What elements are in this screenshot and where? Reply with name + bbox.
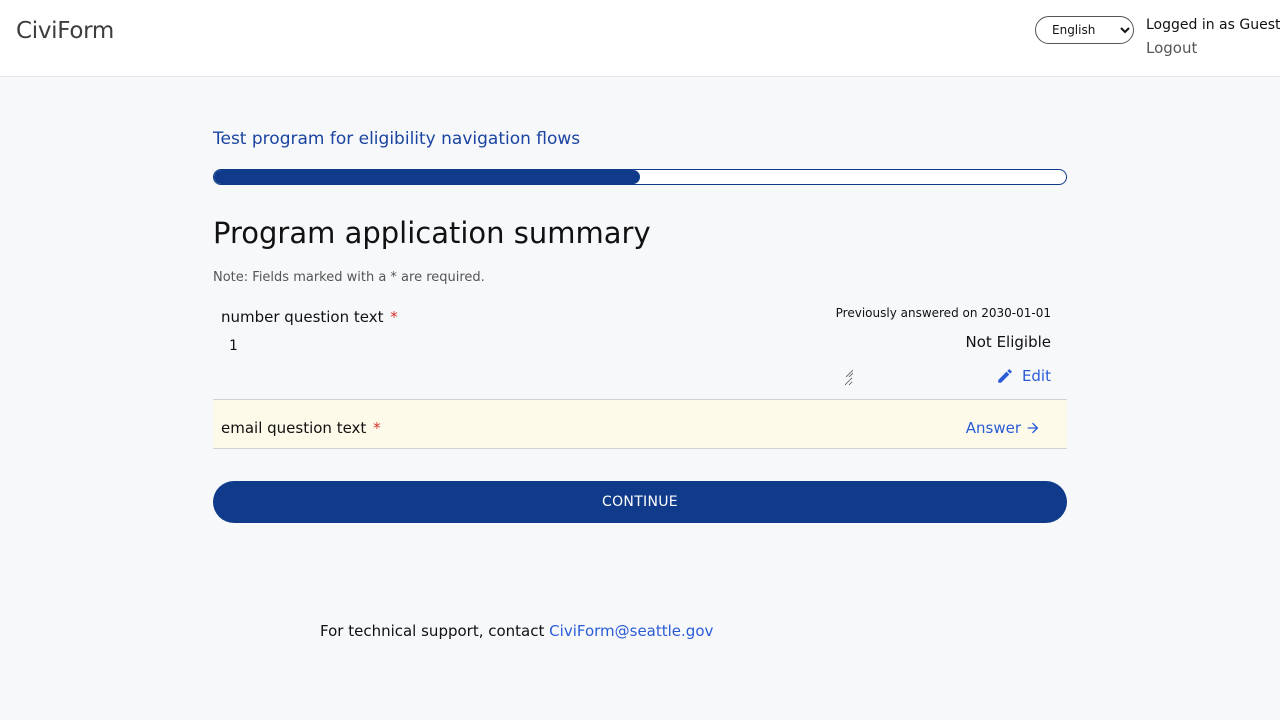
progress-bar bbox=[213, 169, 1067, 185]
edit-label: Edit bbox=[1021, 367, 1051, 385]
answer-label: Answer bbox=[965, 419, 1021, 437]
top-header: CiviForm English Logged in as Guest Logo… bbox=[0, 0, 1280, 77]
arrow-right-icon bbox=[1027, 422, 1039, 434]
support-email-link[interactable]: CiviForm@seattle.gov bbox=[549, 622, 713, 640]
question-label: number question text bbox=[221, 308, 384, 326]
question-text: email question text * bbox=[221, 419, 381, 437]
page-title: Program application summary bbox=[213, 216, 651, 250]
logged-in-label: Logged in as Guest bbox=[1146, 17, 1280, 33]
answer-textarea[interactable]: 1 bbox=[221, 334, 853, 386]
answer-question-link[interactable]: Answer bbox=[966, 419, 1041, 437]
progress-bar-fill bbox=[214, 170, 640, 184]
edit-answer-link[interactable]: Edit bbox=[996, 367, 1051, 385]
required-marker: * bbox=[390, 308, 398, 326]
support-footer: For technical support, contact CiviForm@… bbox=[320, 622, 713, 640]
logout-link[interactable]: Logout bbox=[1146, 39, 1197, 57]
required-marker: * bbox=[373, 419, 381, 437]
question-label: email question text bbox=[221, 419, 367, 437]
language-select[interactable]: English bbox=[1035, 16, 1134, 44]
program-name: Test program for eligibility navigation … bbox=[213, 129, 581, 149]
pencil-icon bbox=[998, 369, 1012, 383]
support-text: For technical support, contact bbox=[320, 622, 545, 640]
required-fields-note: Note: Fields marked with a * are require… bbox=[213, 270, 485, 285]
question-row-number: number question text * 1 Previously answ… bbox=[213, 300, 1067, 400]
brand-logo-text[interactable]: CiviForm bbox=[16, 18, 114, 44]
question-row-email: email question text * Answer bbox=[213, 400, 1067, 449]
previously-answered-date: Previously answered on 2030-01-01 bbox=[835, 306, 1051, 320]
eligibility-status: Not Eligible bbox=[965, 333, 1051, 351]
question-text: number question text * bbox=[221, 308, 398, 326]
continue-button[interactable]: CONTINUE bbox=[213, 481, 1067, 523]
